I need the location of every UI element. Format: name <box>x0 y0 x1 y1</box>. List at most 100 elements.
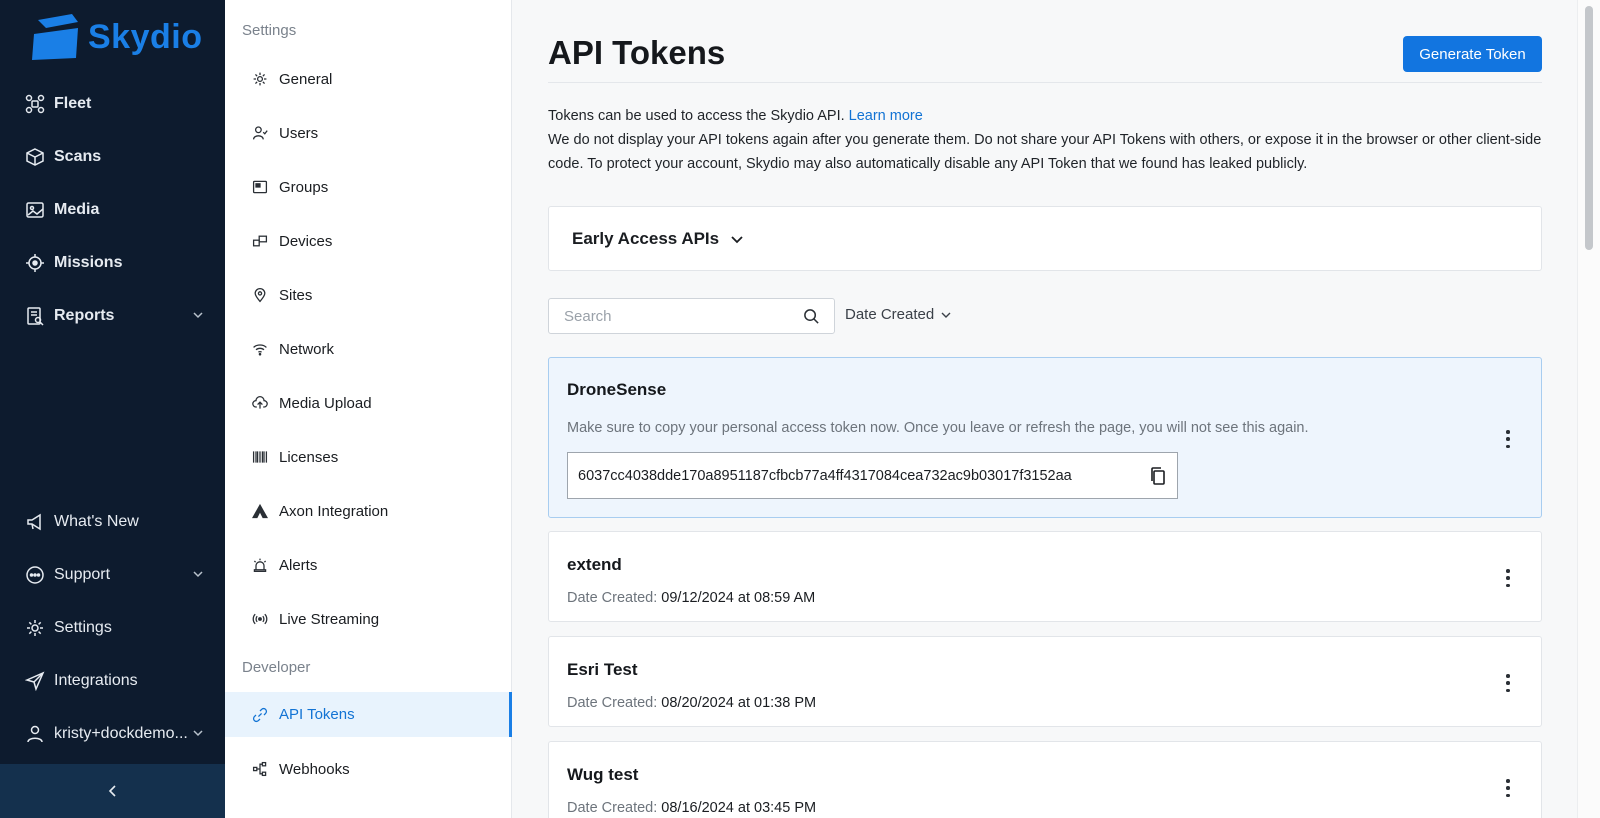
date-created-value: 08/16/2024 at 03:45 PM <box>661 800 817 816</box>
nav-label: kristy+dockdemo... <box>54 725 188 742</box>
token-date: Date Created: 09/12/2024 at 08:59 AM <box>567 590 815 606</box>
token-date: Date Created: 08/16/2024 at 03:45 PM <box>567 800 816 816</box>
nav-item-whats-new[interactable]: What's New <box>0 502 225 542</box>
main-content: API Tokens Generate Token Tokens can be … <box>513 0 1575 818</box>
settings-item-devices[interactable]: Devices <box>225 221 512 261</box>
chevron-down-icon <box>731 235 743 243</box>
devices-icon <box>251 232 269 250</box>
nav-label: Fleet <box>54 95 92 112</box>
token-date: Date Created: 08/20/2024 at 01:38 PM <box>567 695 816 711</box>
more-options-icon[interactable] <box>1505 430 1511 448</box>
token-card-new: DroneSense Make sure to copy your person… <box>548 357 1542 518</box>
settings-item-webhooks[interactable]: Webhooks <box>225 749 512 789</box>
skydio-logo[interactable]: Skydio <box>32 14 202 60</box>
sort-dropdown[interactable]: Date Created <box>845 306 952 323</box>
search-input[interactable] <box>564 307 784 325</box>
settings-item-label: Licenses <box>279 448 339 466</box>
intro-text: Tokens can be used to access the Skydio … <box>548 104 1542 176</box>
settings-item-label: Sites <box>279 286 313 304</box>
axon-icon <box>251 502 269 520</box>
settings-item-users[interactable]: Users <box>225 113 512 153</box>
sort-label: Date Created <box>845 306 935 323</box>
scrollbar[interactable] <box>1577 0 1600 818</box>
nav-item-scans[interactable]: Scans <box>0 137 225 177</box>
settings-item-general[interactable]: General <box>225 59 512 99</box>
more-options-icon[interactable] <box>1505 569 1511 587</box>
chevron-down-icon <box>941 312 951 318</box>
more-options-icon[interactable] <box>1505 674 1511 692</box>
nav-item-missions[interactable]: Missions <box>0 243 225 283</box>
chevron-down-icon[interactable] <box>191 567 205 581</box>
link-icon <box>251 706 269 724</box>
settings-item-live-streaming[interactable]: Live Streaming <box>225 599 512 639</box>
nav-item-support[interactable]: Support <box>0 555 225 595</box>
main-nav: Skydio Fleet Scans Media Missions Report… <box>0 0 225 818</box>
search-icon[interactable] <box>803 308 820 325</box>
nav-item-media[interactable]: Media <box>0 190 225 230</box>
early-access-apis-toggle[interactable]: Early Access APIs <box>548 206 1542 271</box>
token-name: Wug test <box>567 765 639 784</box>
chevron-down-icon[interactable] <box>191 308 205 322</box>
nav-item-integrations[interactable]: Integrations <box>0 661 225 701</box>
learn-more-link[interactable]: Learn more <box>849 108 923 124</box>
broadcast-icon <box>251 610 269 628</box>
more-options-icon[interactable] <box>1505 779 1511 797</box>
webhook-icon <box>251 760 269 778</box>
settings-item-network[interactable]: Network <box>225 329 512 369</box>
report-icon <box>25 306 45 326</box>
collapse-nav-button[interactable] <box>0 764 225 818</box>
barcode-icon <box>251 448 269 466</box>
settings-item-label: Webhooks <box>279 760 350 778</box>
brand-name: Skydio <box>88 17 203 56</box>
settings-item-media-upload[interactable]: Media Upload <box>225 383 512 423</box>
user-icon <box>25 724 45 744</box>
nav-item-fleet[interactable]: Fleet <box>0 84 225 124</box>
developer-heading: Developer <box>242 659 311 676</box>
settings-item-alerts[interactable]: Alerts <box>225 545 512 585</box>
generate-token-button[interactable]: Generate Token <box>1403 36 1542 72</box>
image-icon <box>25 200 45 220</box>
settings-item-axon-integration[interactable]: Axon Integration <box>225 491 512 531</box>
siren-icon <box>251 556 269 574</box>
chevron-down-icon[interactable] <box>191 726 205 740</box>
early-access-label: Early Access APIs <box>572 228 720 248</box>
send-icon <box>25 671 45 691</box>
megaphone-icon <box>25 512 45 532</box>
target-icon <box>25 253 45 273</box>
skydio-logo-icon <box>32 14 78 60</box>
settings-item-label: API Tokens <box>279 706 355 723</box>
gear-icon <box>251 70 269 88</box>
title-divider <box>548 82 1542 83</box>
date-created-value: 08/20/2024 at 01:38 PM <box>661 695 817 711</box>
nav-label: Integrations <box>54 672 138 689</box>
settings-item-api-tokens[interactable]: API Tokens <box>225 692 512 737</box>
settings-item-groups[interactable]: Groups <box>225 167 512 207</box>
token-card: Wug test Date Created: 08/16/2024 at 03:4… <box>548 741 1542 818</box>
settings-item-sites[interactable]: Sites <box>225 275 512 315</box>
token-name: DroneSense <box>567 380 667 399</box>
settings-item-label: Devices <box>279 232 333 250</box>
copy-token-notice: Make sure to copy your personal access t… <box>567 420 1309 436</box>
nav-label: Reports <box>54 307 115 324</box>
settings-heading: Settings <box>242 22 297 39</box>
nav-item-settings[interactable]: Settings <box>0 608 225 648</box>
page-title: API Tokens <box>548 34 726 71</box>
intro-line-1: Tokens can be used to access the Skydio … <box>548 108 845 124</box>
cloud-upload-icon <box>251 394 269 412</box>
cube-icon <box>25 147 45 167</box>
token-name: Esri Test <box>567 660 638 679</box>
copy-icon[interactable] <box>1149 466 1167 486</box>
nav-item-account[interactable]: kristy+dockdemo... <box>0 714 225 754</box>
settings-nav: Settings General Users Groups Devices Si… <box>225 0 512 818</box>
nav-label: Media <box>54 201 100 218</box>
chevron-left-icon <box>108 785 116 797</box>
nav-label: What's New <box>54 513 139 530</box>
search-box <box>548 298 835 334</box>
nav-label: Support <box>54 566 111 583</box>
scrollbar-thumb[interactable] <box>1585 6 1593 250</box>
date-created-label: Date Created: <box>567 800 658 816</box>
intro-line-2: We do not display your API tokens again … <box>548 132 1542 172</box>
token-value-field[interactable]: 6037cc4038dde170a8951187cfbcb77a4ff43170… <box>567 452 1178 499</box>
nav-item-reports[interactable]: Reports <box>0 296 225 336</box>
settings-item-licenses[interactable]: Licenses <box>225 437 512 477</box>
